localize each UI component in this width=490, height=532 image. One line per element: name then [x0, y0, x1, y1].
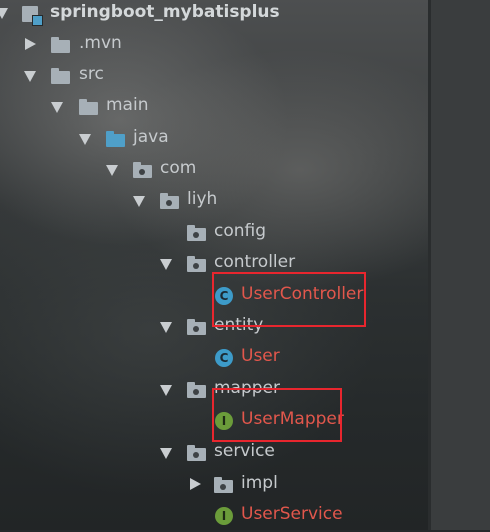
- expand-arrow-icon[interactable]: [0, 8, 8, 19]
- expand-arrow-icon[interactable]: [160, 448, 172, 459]
- package-folder-icon: [187, 382, 206, 398]
- expand-arrow-icon[interactable]: [106, 165, 118, 176]
- package-folder-icon: [133, 162, 152, 178]
- tree-node-com[interactable]: com: [0, 155, 428, 186]
- package-folder-icon: [160, 193, 179, 209]
- tree-node-label: src: [79, 64, 104, 84]
- tree-node-label: main: [106, 95, 149, 115]
- tree-node-label: User: [241, 346, 280, 366]
- tree-node-config[interactable]: config: [0, 218, 428, 249]
- interface-i-icon: I: [215, 507, 233, 525]
- tree-node-service[interactable]: service: [0, 438, 428, 469]
- expand-arrow-icon[interactable]: [24, 71, 36, 82]
- folder-icon: [79, 99, 98, 115]
- source-folder-icon: [106, 131, 125, 147]
- expand-arrow-icon[interactable]: [160, 322, 172, 333]
- tree-node-impl[interactable]: impl: [0, 470, 428, 501]
- tree-node-label: com: [160, 158, 197, 178]
- package-folder-icon: [214, 477, 233, 493]
- package-folder-icon: [187, 225, 206, 241]
- scrollbar-edge: [428, 0, 431, 530]
- module-icon: [22, 6, 43, 26]
- vertical-scrollbar[interactable]: [428, 0, 490, 530]
- tree-node-label: java: [133, 127, 169, 147]
- tree-node-liyh[interactable]: liyh: [0, 186, 428, 217]
- folder-icon: [51, 37, 70, 53]
- folder-icon: [51, 68, 70, 84]
- tree-node-root[interactable]: springboot_mybatisplus: [0, 0, 428, 31]
- class-c-icon: C: [215, 349, 233, 367]
- tree-node-label: UserService: [241, 504, 343, 524]
- tree-node-label: springboot_mybatisplus: [50, 2, 280, 22]
- highlight-box-user-mapper: [212, 388, 342, 442]
- tree-node-label: impl: [241, 473, 278, 493]
- expand-arrow-icon[interactable]: [79, 134, 91, 145]
- package-folder-icon: [187, 319, 206, 335]
- tree-node-label: .mvn: [79, 33, 122, 53]
- tree-node-label: liyh: [187, 189, 218, 209]
- tree-node-mvn[interactable]: .mvn: [0, 30, 428, 61]
- tree-node-user[interactable]: C User: [0, 343, 428, 374]
- package-folder-icon: [187, 445, 206, 461]
- tree-node-label: service: [214, 441, 275, 461]
- tree-node-java[interactable]: java: [0, 124, 428, 155]
- tree-node-main[interactable]: main: [0, 92, 428, 123]
- tree-node-src[interactable]: src: [0, 61, 428, 92]
- expand-arrow-icon[interactable]: [51, 102, 63, 113]
- project-tree: springboot_mybatisplus .mvn src main jav…: [0, 0, 428, 530]
- tree-node-label: config: [214, 221, 267, 241]
- tree-node-user-service[interactable]: I UserService: [0, 501, 428, 532]
- expand-arrow-icon[interactable]: [160, 385, 172, 396]
- highlight-box-user-controller: [212, 272, 366, 327]
- tree-node-label: controller: [214, 252, 296, 272]
- package-folder-icon: [187, 256, 206, 272]
- expand-arrow-icon[interactable]: [160, 259, 172, 270]
- collapse-arrow-icon[interactable]: [25, 38, 36, 50]
- expand-arrow-icon[interactable]: [133, 196, 145, 207]
- collapse-arrow-icon[interactable]: [190, 478, 201, 490]
